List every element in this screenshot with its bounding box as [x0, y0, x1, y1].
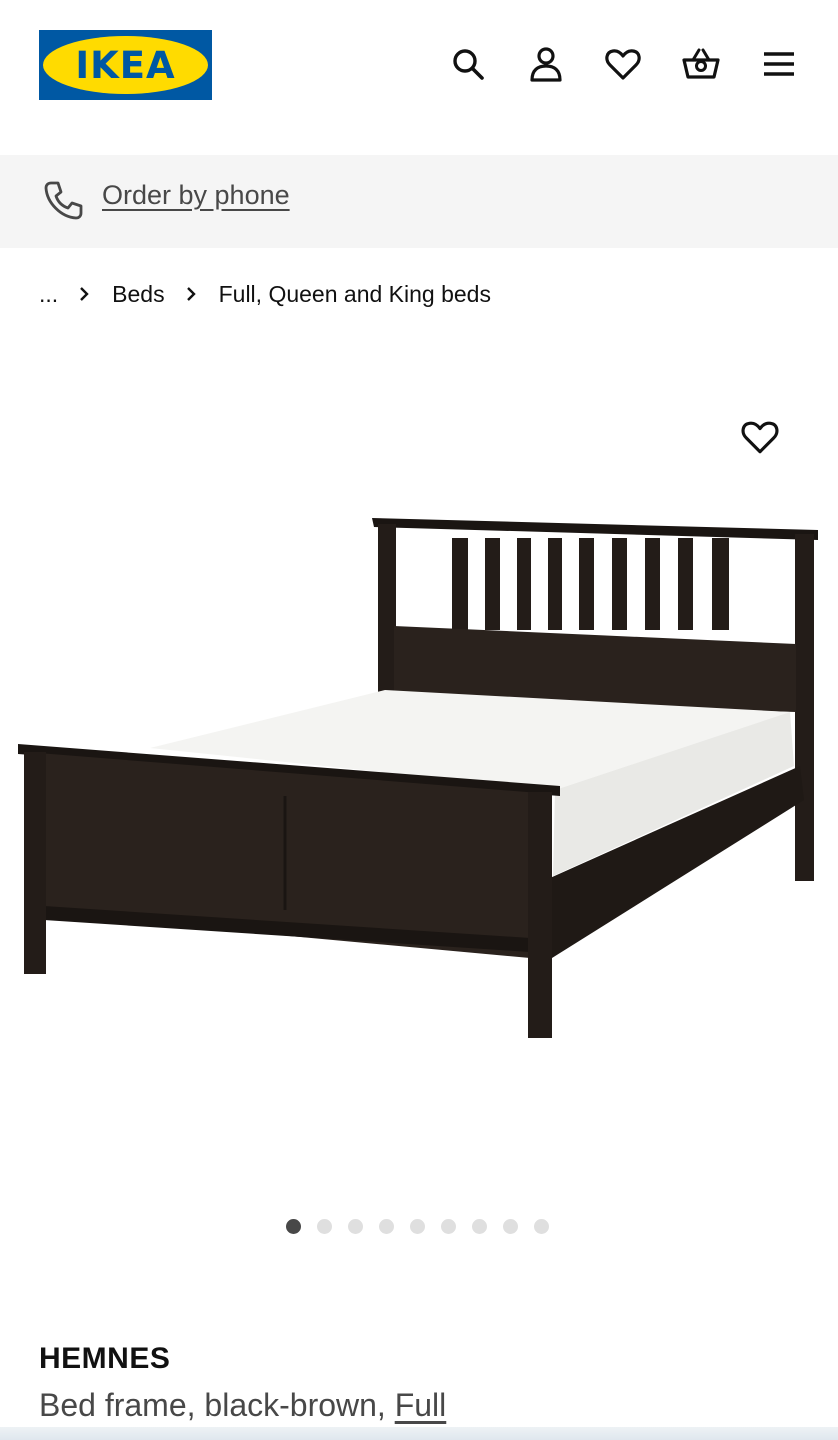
search-icon[interactable]: [448, 44, 488, 84]
breadcrumb: ... Beds Full, Queen and King beds: [39, 276, 491, 312]
product-image[interactable]: [0, 400, 838, 1100]
carousel-dot-4[interactable]: [379, 1219, 394, 1234]
carousel-dot-7[interactable]: [472, 1219, 487, 1234]
product-description: Bed frame, black-brown, Full: [39, 1387, 446, 1424]
bed-frame-image: [18, 518, 818, 1038]
logo-text: IKEA: [75, 43, 176, 87]
logo-oval: IKEA: [43, 36, 208, 94]
chevron-right-icon: [78, 286, 90, 302]
carousel-dot-1[interactable]: [286, 1219, 301, 1234]
bottom-strip: [0, 1427, 838, 1440]
carousel-dots: [286, 1219, 565, 1234]
account-icon[interactable]: [526, 44, 566, 84]
breadcrumb-beds[interactable]: Beds: [112, 281, 164, 308]
chevron-right-icon: [185, 286, 197, 302]
breadcrumb-full-queen-king-beds[interactable]: Full, Queen and King beds: [219, 281, 491, 308]
heart-icon[interactable]: [603, 44, 643, 84]
site-header: IKEA: [0, 0, 838, 155]
product-description-text: Bed frame, black-brown,: [39, 1387, 395, 1423]
product-size-link[interactable]: Full: [395, 1387, 447, 1423]
carousel-dot-3[interactable]: [348, 1219, 363, 1234]
carousel-dot-8[interactable]: [503, 1219, 518, 1234]
breadcrumb-ellipsis[interactable]: ...: [39, 281, 58, 308]
carousel-dot-9[interactable]: [534, 1219, 549, 1234]
product-name: HEMNES: [39, 1342, 171, 1375]
add-to-favourites-heart-icon[interactable]: [739, 416, 781, 458]
order-by-phone-link[interactable]: Order by phone: [102, 180, 290, 211]
hamburger-menu-icon[interactable]: [759, 44, 799, 84]
carousel-dot-5[interactable]: [410, 1219, 425, 1234]
carousel-dot-6[interactable]: [441, 1219, 456, 1234]
ikea-logo[interactable]: IKEA: [39, 30, 212, 100]
phone-icon: [42, 178, 86, 222]
basket-icon[interactable]: [681, 44, 721, 84]
carousel-dot-2[interactable]: [317, 1219, 332, 1234]
